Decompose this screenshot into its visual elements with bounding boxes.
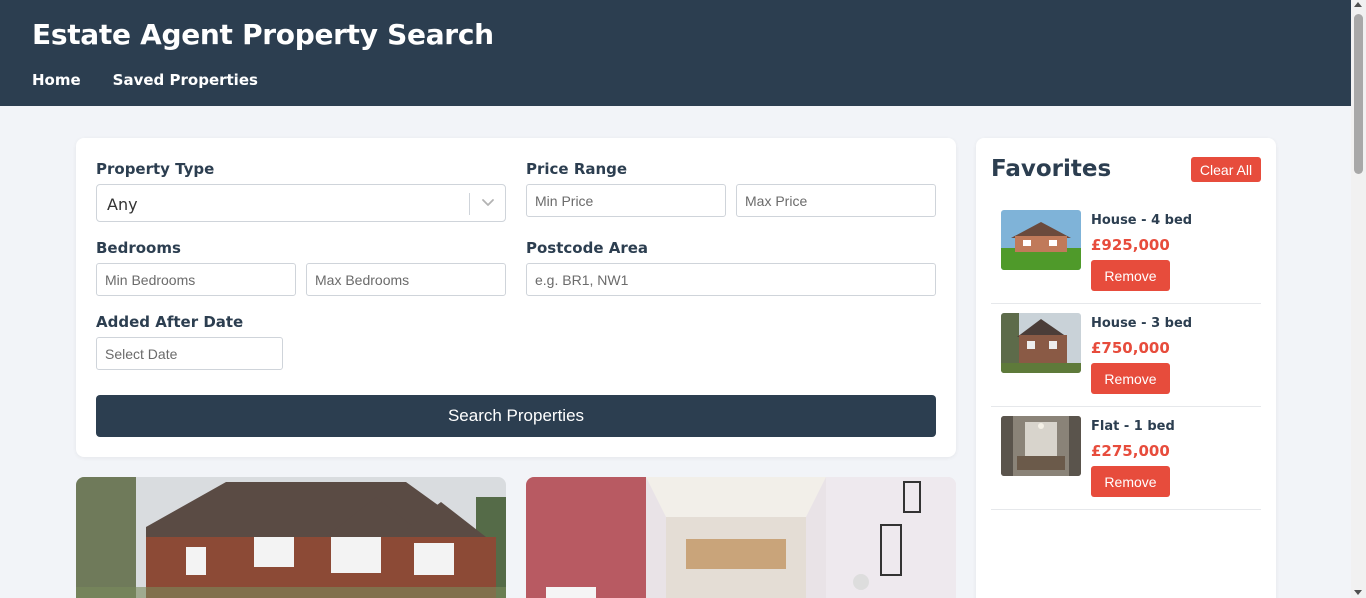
min-bedrooms-input[interactable] — [96, 263, 296, 296]
scrollbar-thumb[interactable] — [1354, 14, 1363, 174]
flat-1-bed-thumbnail-image — [1001, 416, 1081, 476]
favorite-price: £750,000 — [1091, 339, 1170, 357]
page-scrollbar[interactable] — [1351, 0, 1366, 598]
favorite-title: House - 3 bed — [1091, 316, 1193, 331]
favorite-thumbnail — [1001, 210, 1081, 270]
nav-home-link[interactable]: Home — [32, 71, 81, 89]
max-price-input[interactable] — [736, 184, 936, 217]
scroll-up-arrow-icon[interactable] — [1354, 2, 1362, 7]
remove-favorite-button[interactable]: Remove — [1091, 363, 1170, 394]
site-header: Estate Agent Property Search Home Saved … — [0, 0, 1351, 106]
postcode-input[interactable] — [526, 263, 936, 296]
main-nav: Home Saved Properties — [32, 71, 258, 89]
remove-favorite-button[interactable]: Remove — [1091, 466, 1170, 497]
min-price-input[interactable] — [526, 184, 726, 217]
property-image-interior[interactable] — [526, 477, 956, 598]
brick-house-image — [76, 477, 506, 598]
chevron-down-icon — [482, 199, 494, 206]
favorite-thumbnail — [1001, 313, 1081, 373]
property-image-house[interactable] — [76, 477, 506, 598]
house-4-bed-thumbnail-image — [1001, 210, 1081, 270]
bedrooms-label: Bedrooms — [96, 239, 181, 257]
favorite-title: House - 4 bed — [1091, 213, 1193, 228]
remove-favorite-button[interactable]: Remove — [1091, 260, 1170, 291]
nav-saved-properties-link[interactable]: Saved Properties — [113, 71, 258, 89]
select-separator — [469, 193, 470, 215]
property-type-label: Property Type — [96, 160, 215, 178]
added-after-date-label: Added After Date — [96, 313, 244, 331]
site-title: Estate Agent Property Search — [32, 18, 494, 51]
date-picker-input[interactable] — [96, 337, 283, 370]
favorite-item[interactable]: House - 3 bed £750,000 Remove — [991, 304, 1261, 407]
favorites-title: Favorites — [991, 156, 1112, 182]
clear-all-button[interactable]: Clear All — [1191, 157, 1261, 182]
favorites-panel: Favorites Clear All House - 4 bed £925,0… — [976, 138, 1276, 598]
favorite-price: £925,000 — [1091, 236, 1170, 254]
favorite-item[interactable]: Flat - 1 bed £275,000 Remove — [991, 407, 1261, 510]
property-type-value: Any — [107, 195, 138, 214]
postcode-area-label: Postcode Area — [526, 239, 649, 257]
property-type-select[interactable]: Any — [96, 184, 506, 222]
favorite-title: Flat - 1 bed — [1091, 419, 1175, 434]
scroll-down-arrow-icon[interactable] — [1354, 590, 1362, 595]
max-bedrooms-input[interactable] — [306, 263, 506, 296]
kitchen-interior-image — [526, 477, 956, 598]
favorite-price: £275,000 — [1091, 442, 1170, 460]
house-3-bed-thumbnail-image — [1001, 313, 1081, 373]
search-form: Property Type Any Price Range Bedrooms P… — [76, 138, 956, 457]
price-range-label: Price Range — [526, 160, 628, 178]
favorite-item[interactable]: House - 4 bed £925,000 Remove — [991, 201, 1261, 304]
search-properties-button[interactable]: Search Properties — [96, 395, 936, 437]
favorite-thumbnail — [1001, 416, 1081, 476]
